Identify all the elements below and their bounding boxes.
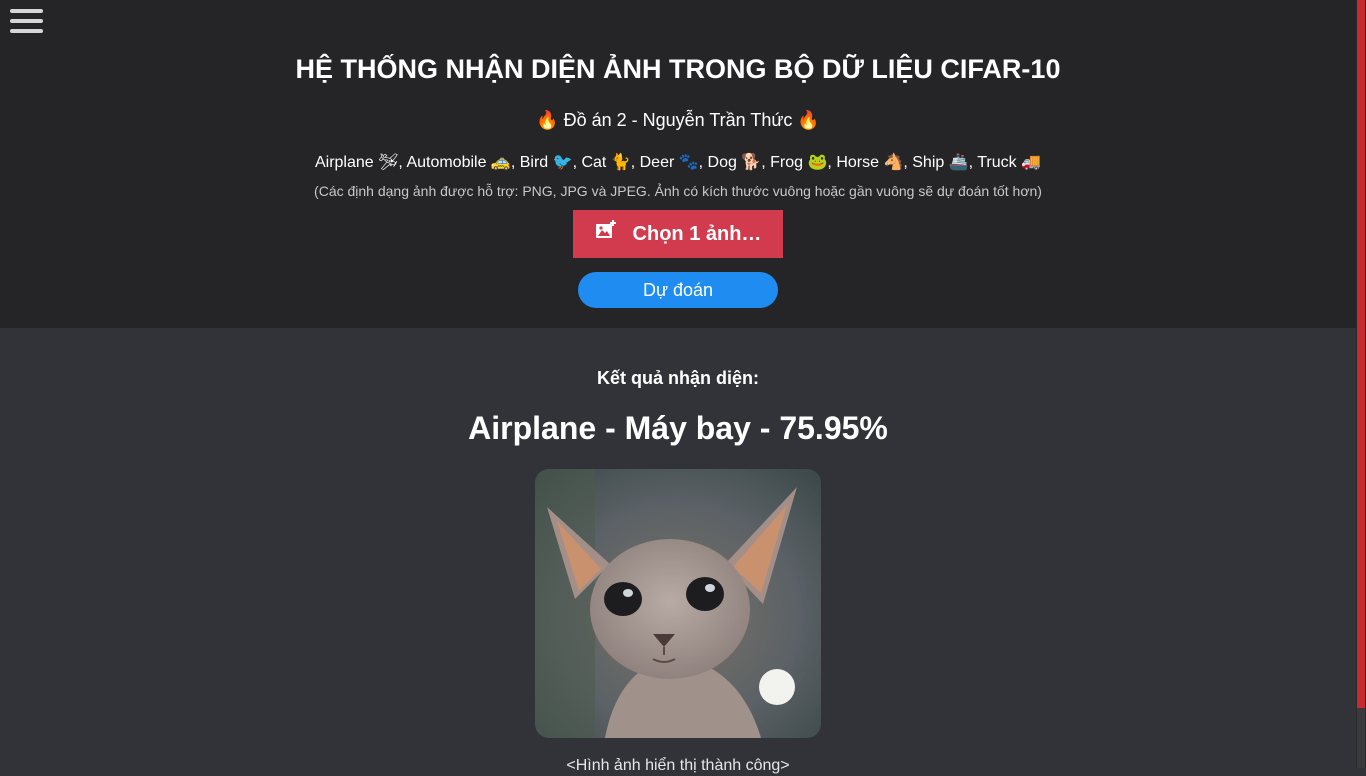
result-label: Kết quả nhận diện:	[597, 368, 759, 388]
add-image-icon	[595, 220, 616, 238]
page-title: HỆ THỐNG NHẬN DIỆN ẢNH TRONG BỘ DỮ LIỆU …	[295, 54, 1061, 84]
choose-image-button[interactable]: Chọn 1 ảnh…	[573, 210, 783, 258]
format-note: (Các định dạng ảnh được hỗ trợ: PNG, JPG…	[314, 183, 1042, 199]
uploaded-image	[535, 469, 821, 738]
class-list: Airplane 🛩, Automobile 🚕, Bird 🐦, Cat 🐈,…	[314, 154, 1042, 171]
hamburger-menu-icon[interactable]	[10, 9, 43, 33]
predict-button[interactable]: Dự đoán	[578, 272, 778, 308]
scrollbar-track[interactable]	[1357, 708, 1365, 768]
scrollbar[interactable]	[1356, 0, 1366, 768]
header: HỆ THỐNG NHẬN DIỆN ẢNH TRONG BỘ DỮ LIỆU …	[0, 0, 1356, 328]
scrollbar-thumb[interactable]	[1357, 0, 1365, 708]
image-caption: <Hình ảnh hiển thị thành công>	[566, 757, 790, 774]
page-subtitle: 🔥 Đồ án 2 - Nguyễn Trần Thức 🔥	[536, 110, 820, 130]
choose-image-label: Chọn 1 ảnh…	[632, 222, 762, 245]
result-value: Airplane - Máy bay - 75.95%	[468, 410, 888, 446]
